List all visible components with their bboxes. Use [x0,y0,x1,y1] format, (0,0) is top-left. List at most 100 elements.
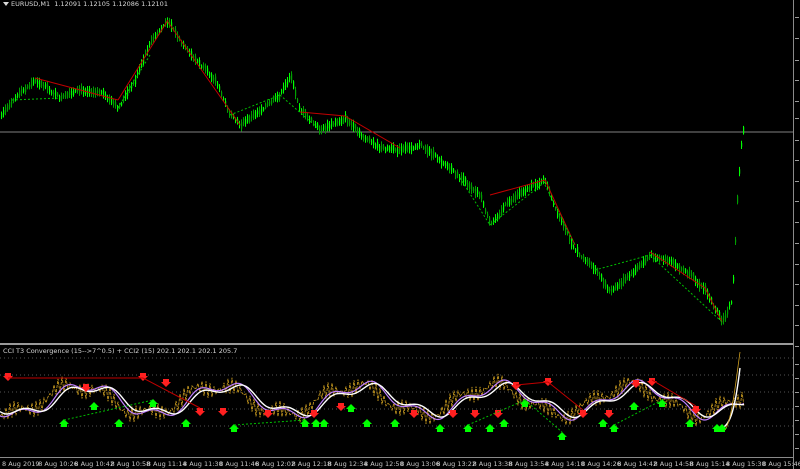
candle-body [99,89,101,96]
candle-body [587,258,589,265]
candle-body [7,104,9,111]
candle-body [123,96,125,102]
candle-body [625,276,627,282]
candle-body [253,111,255,119]
candle-body [731,301,733,304]
candle-body [743,127,745,134]
candle-body [217,83,219,87]
candle-body [49,88,51,93]
candle-body [601,274,603,281]
candle-body [125,92,127,99]
candle-body [395,148,397,152]
candle-body [411,145,413,152]
candle-body [513,195,515,201]
candle-body [153,36,155,40]
time-label: 8 Aug 11:30 [183,460,223,468]
buy-arrow-icon [346,404,356,412]
candle-body [613,287,615,292]
candle-body [585,259,587,263]
candle-body [593,265,595,272]
time-label: 8 Aug 14:58 [653,460,694,468]
candle-body [675,262,677,269]
indicator-title: CCI T3 Convergence (15-->7^0.5) + CCI2 (… [3,347,238,355]
candle-body [581,256,583,259]
candle-body [359,129,361,137]
candle-body [219,86,221,90]
bear-divergence-line [649,251,706,289]
time-axis[interactable]: 8 Aug 2019 8 Aug 10:26 8 Aug 10:42 8 Aug 10… [0,457,800,469]
candle-body [307,115,309,119]
buy-arrow-icon [229,424,239,432]
candle-body [343,117,345,123]
candle-body [293,81,295,89]
candle-body [455,171,457,178]
candle-body [23,88,25,92]
candle-body [503,204,505,211]
candle-body [589,260,591,265]
candle-body [397,148,399,154]
candle-body [255,111,257,118]
sell-arrow-icon [604,410,614,418]
price-scale-tick [795,420,799,421]
candle-body [33,79,35,84]
time-label: 8 Aug 14:10 [545,460,585,468]
candle-body [387,145,389,150]
price-scale-tick [795,406,799,407]
candle-body [577,247,579,254]
candle-body [629,274,631,278]
candle-body [57,93,59,97]
candle-body [25,86,27,92]
candle-body [607,286,609,292]
candle-body [375,143,377,149]
price-scale[interactable] [793,0,800,469]
candle-body [51,91,53,95]
candle-body [373,140,375,145]
candle-body [441,159,443,166]
candle-body [377,141,379,148]
candle-body [203,64,205,69]
candle-body [369,136,371,142]
sell-arrow-icon [493,410,503,418]
candle-body [251,114,253,119]
candle-body [355,124,357,132]
candle-body [403,146,405,151]
candle-body [481,194,483,200]
cci2-line-spike [724,351,741,431]
candle-body [463,175,465,183]
chevron-down-icon[interactable] [3,2,9,6]
candle-body [59,95,61,101]
time-label: 8 Aug 14:42 [617,460,658,468]
time-label: 8 Aug 12:34 [327,460,368,468]
candle-body [69,90,71,96]
bull-divergence-line [489,181,546,226]
candle-body [525,188,527,193]
candle-body [431,151,433,159]
candle-body [671,259,673,265]
candle-body [1,113,3,118]
candle-body [31,79,33,87]
buy-arrow-icon [629,402,639,410]
price-scale-tick [795,243,799,244]
candle-body [507,198,509,206]
price-scale-tick [795,325,799,326]
buy-arrow-icon [557,432,567,440]
price-scale-tick [795,80,799,81]
candle-body [353,122,355,129]
candle-body [571,239,573,247]
price-scale-tick [795,378,799,379]
candle-body [67,92,69,98]
candle-body [739,169,741,174]
candle-body [257,110,259,115]
candle-body [347,117,349,125]
candle-body [475,188,477,196]
price-scale-tick [795,118,799,119]
candle-body [723,315,725,322]
candle-body [621,281,623,286]
candle-body [101,90,103,94]
time-label: 8 Aug 10:58 [110,460,151,468]
price-scale-tick [795,434,799,435]
candle-body [479,193,481,198]
buy-arrow-icon [435,424,445,432]
candle-body [461,175,463,183]
sell-arrow-icon [336,403,346,411]
